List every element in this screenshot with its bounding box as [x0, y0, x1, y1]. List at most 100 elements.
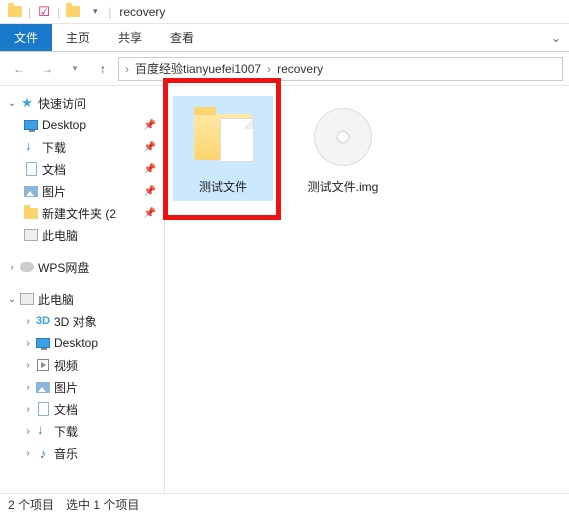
pin-icon: 📌 [144, 186, 156, 197]
folder-icon [22, 205, 40, 221]
expand-icon[interactable]: › [22, 426, 34, 437]
sidebar-item-thispc-quick[interactable]: 此电脑 [0, 224, 164, 246]
file-pane[interactable]: 测试文件 测试文件.img [165, 86, 569, 493]
sidebar-item-3d[interactable]: › 3D 3D 对象 [0, 310, 164, 332]
sidebar-label: Desktop [42, 118, 86, 132]
sidebar-item-documents[interactable]: 文档 📌 [0, 158, 164, 180]
collapse-icon[interactable]: ⌄ [6, 98, 18, 109]
picture-icon [34, 379, 52, 395]
separator: | [108, 5, 111, 19]
folder-icon [65, 4, 81, 20]
sidebar-label: 下载 [42, 139, 66, 156]
up-button[interactable]: ↑ [90, 56, 116, 82]
sidebar-label: 文档 [54, 401, 78, 418]
expand-icon[interactable]: › [22, 448, 34, 459]
3d-icon: 3D [34, 313, 52, 329]
monitor-icon [34, 335, 52, 351]
sidebar-wps[interactable]: › WPS网盘 [0, 256, 164, 278]
pc-icon [22, 227, 40, 243]
chevron-right-icon: › [265, 62, 273, 76]
sidebar-item-videos[interactable]: › 视频 [0, 354, 164, 376]
ribbon-expand-icon[interactable]: ⌄ [543, 24, 569, 51]
sidebar-item-pictures[interactable]: 图片 📌 [0, 180, 164, 202]
sidebar-label: 此电脑 [42, 227, 78, 244]
titlebar: | ☑ | ▾ | recovery [0, 0, 569, 24]
sidebar-label: 下载 [54, 423, 78, 440]
dropdown-icon[interactable]: ▾ [87, 4, 103, 20]
expand-icon[interactable]: › [22, 382, 34, 393]
window-title: recovery [119, 5, 165, 19]
folder-icon [7, 4, 23, 20]
sidebar-label: 文档 [42, 161, 66, 178]
ribbon: 文件 主页 共享 查看 ⌄ [0, 24, 569, 52]
pin-icon: 📌 [144, 142, 156, 153]
download-icon [22, 139, 40, 155]
sidebar-item-desktop[interactable]: Desktop 📌 [0, 114, 164, 136]
star-icon: ★ [18, 95, 36, 111]
disc-icon [308, 102, 378, 172]
expand-icon[interactable]: › [22, 360, 34, 371]
sidebar-label: 新建文件夹 (2 [42, 205, 116, 222]
breadcrumb-item[interactable]: 百度经验tianyuefei1007 [131, 60, 265, 77]
sidebar-item-downloads2[interactable]: › 下载 [0, 420, 164, 442]
navbar: ← → ▾ ↑ › 百度经验tianyuefei1007 › recovery [0, 52, 569, 86]
picture-icon [22, 183, 40, 199]
monitor-icon [22, 117, 40, 133]
file-name: 测试文件.img [308, 178, 379, 195]
statusbar: 2 个项目 选中 1 个项目 [0, 493, 569, 515]
pin-icon: 📌 [144, 208, 156, 219]
status-selected: 选中 1 个项目 [66, 496, 139, 513]
sidebar-label: 图片 [54, 379, 78, 396]
collapse-icon[interactable]: ⌄ [6, 294, 18, 305]
expand-icon[interactable]: › [22, 404, 34, 415]
breadcrumb-item[interactable]: recovery [273, 62, 327, 76]
checkbox-icon[interactable]: ☑ [36, 4, 52, 20]
doc-icon [34, 401, 52, 417]
sidebar-label: Desktop [54, 336, 98, 350]
tab-home[interactable]: 主页 [52, 24, 104, 51]
body: ⌄ ★ 快速访问 Desktop 📌 下载 📌 文档 📌 图片 📌 新建文件夹 … [0, 86, 569, 493]
sidebar-quick-access[interactable]: ⌄ ★ 快速访问 [0, 92, 164, 114]
download-icon [34, 423, 52, 439]
expand-icon[interactable]: › [22, 338, 34, 349]
pc-icon [18, 291, 36, 307]
file-item-img[interactable]: 测试文件.img [293, 96, 393, 201]
forward-button: → [34, 56, 60, 82]
sidebar-label: 3D 对象 [54, 313, 97, 330]
expand-icon[interactable]: › [22, 316, 34, 327]
video-icon [34, 357, 52, 373]
tab-share[interactable]: 共享 [104, 24, 156, 51]
sidebar-label: 视频 [54, 357, 78, 374]
sidebar: ⌄ ★ 快速访问 Desktop 📌 下载 📌 文档 📌 图片 📌 新建文件夹 … [0, 86, 165, 493]
sidebar-label: WPS网盘 [38, 259, 89, 276]
tab-file[interactable]: 文件 [0, 24, 52, 51]
status-count: 2 个项目 [8, 496, 54, 513]
file-name: 测试文件 [199, 178, 247, 195]
chevron-right-icon: › [123, 62, 131, 76]
sidebar-label: 音乐 [54, 445, 78, 462]
recent-dropdown-icon[interactable]: ▾ [62, 56, 88, 82]
separator: | [57, 5, 60, 19]
folder-icon [188, 102, 258, 172]
sidebar-item-downloads[interactable]: 下载 📌 [0, 136, 164, 158]
tab-view[interactable]: 查看 [156, 24, 208, 51]
doc-icon [22, 161, 40, 177]
back-button[interactable]: ← [6, 56, 32, 82]
sidebar-item-documents2[interactable]: › 文档 [0, 398, 164, 420]
pin-icon: 📌 [144, 120, 156, 131]
sidebar-item-desktop2[interactable]: › Desktop [0, 332, 164, 354]
sidebar-label: 图片 [42, 183, 66, 200]
sidebar-item-newfolder[interactable]: 新建文件夹 (2 📌 [0, 202, 164, 224]
sidebar-item-music[interactable]: › ♪ 音乐 [0, 442, 164, 464]
file-item-folder[interactable]: 测试文件 [173, 96, 273, 201]
sidebar-label: 此电脑 [38, 291, 74, 308]
cloud-icon [18, 259, 36, 275]
expand-icon[interactable]: › [6, 262, 18, 273]
music-icon: ♪ [34, 445, 52, 461]
sidebar-item-pictures2[interactable]: › 图片 [0, 376, 164, 398]
address-bar[interactable]: › 百度经验tianyuefei1007 › recovery [118, 57, 563, 81]
pin-icon: 📌 [144, 164, 156, 175]
separator: | [28, 5, 31, 19]
sidebar-label: 快速访问 [38, 95, 86, 112]
sidebar-thispc[interactable]: ⌄ 此电脑 [0, 288, 164, 310]
